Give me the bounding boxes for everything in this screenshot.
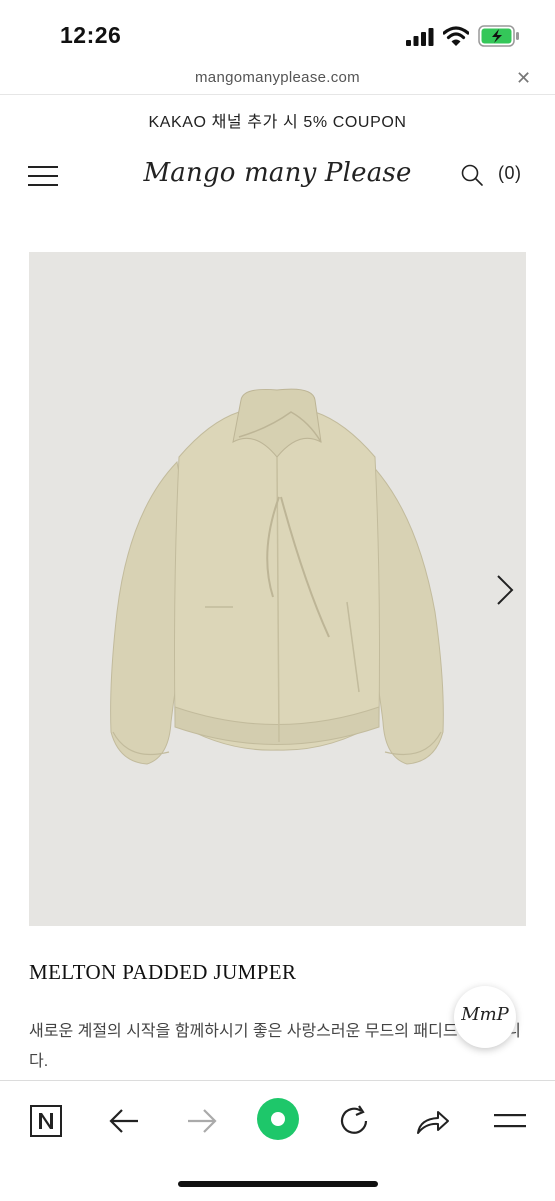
cart-button[interactable]: (0) [498,163,522,184]
reload-icon[interactable] [334,1101,374,1141]
product-title: MELTON PADDED JUMPER [29,960,297,984]
forward-arrow-icon[interactable] [182,1101,222,1141]
promo-banner[interactable]: KAKAO 채널 추가 시 5% COUPON [0,108,555,132]
wifi-icon [443,26,469,46]
jacket-illustration [110,388,444,765]
home-indicator [178,1181,378,1187]
menu-icon[interactable] [490,1101,530,1141]
signal-icon [406,28,434,46]
naver-icon[interactable] [26,1101,66,1141]
battery-icon [478,25,519,47]
product-description: 새로운 계절의 시작을 함께하시기 좋은 사랑스러운 무드의 패디드 점퍼입니다… [29,1023,521,1070]
close-icon[interactable]: ✕ [516,68,531,89]
search-icon[interactable] [460,163,484,187]
green-circle-icon[interactable] [255,1096,301,1142]
mmp-chat-badge[interactable]: MmP [454,986,516,1048]
back-arrow-icon[interactable] [104,1101,144,1141]
status-time: 12:26 [60,22,122,48]
next-image-arrow-icon[interactable] [490,570,520,610]
product-image[interactable] [29,252,526,926]
share-icon[interactable] [412,1101,452,1141]
url-bar[interactable]: mangomanyplease.com [0,69,555,86]
divider [0,94,555,95]
